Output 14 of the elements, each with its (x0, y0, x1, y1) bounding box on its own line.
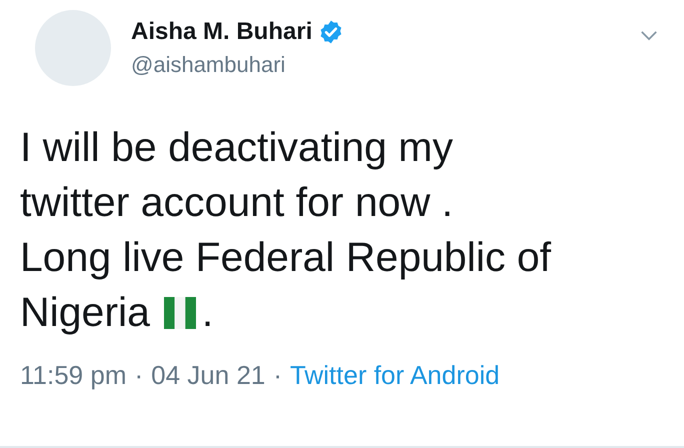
author-name[interactable]: Aisha M. Buhari (131, 18, 312, 46)
tweet-text: I will be deactivating my (20, 123, 453, 172)
tweet-text: Nigeria (20, 288, 150, 337)
tweet-text: Long live Federal Republic of (20, 233, 552, 282)
author-handle[interactable]: @aishambuhari (131, 52, 620, 78)
chevron-down-icon[interactable] (640, 30, 658, 41)
nigeria-flag-icon (162, 296, 198, 328)
separator-dot: · (273, 360, 282, 391)
separator-dot: · (134, 360, 144, 391)
tweet-text: twitter account for now . (20, 178, 453, 227)
tweet-date: 04 Jun 21 (151, 360, 266, 391)
source-link[interactable]: Twitter for Android (290, 360, 500, 391)
tweet-time: 11:59 pm (20, 360, 126, 391)
tweet-text: . (202, 288, 214, 337)
